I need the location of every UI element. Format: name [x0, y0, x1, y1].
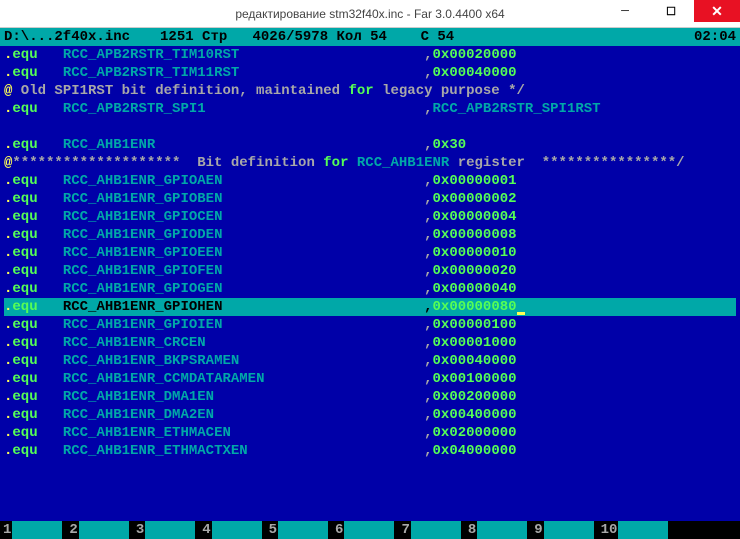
- fkey-label: [544, 521, 594, 539]
- editor-line: .equ RCC_AHB1ENR_DMA1EN ,0x00200000: [4, 388, 736, 406]
- fkey-number: 5: [268, 521, 278, 539]
- fkey-4[interactable]: 4: [201, 521, 261, 539]
- fkey-10[interactable]: 10: [600, 521, 669, 539]
- status-path: D:\...2f40x.inc: [4, 28, 130, 46]
- editor-status-bar: D:\...2f40x.inc 1251 Стр 4026/5978 Кол 5…: [0, 28, 740, 46]
- editor-line: .equ RCC_AHB1ENR ,0x30: [4, 136, 736, 154]
- editor-line: .equ RCC_AHB1ENR_ETHMACEN ,0x02000000: [4, 424, 736, 442]
- fkey-number: 3: [135, 521, 145, 539]
- editor-line: .equ RCC_AHB1ENR_GPIOEEN ,0x00000010: [4, 244, 736, 262]
- editor-line: .equ RCC_AHB1ENR_GPIOCEN ,0x00000004: [4, 208, 736, 226]
- editor-line: .equ RCC_APB2RSTR_TIM10RST ,0x00020000: [4, 46, 736, 64]
- editor-line: .equ RCC_AHB1ENR_GPIOHEN ,0x00000080: [4, 298, 736, 316]
- fkey-1[interactable]: 1: [2, 521, 62, 539]
- editor-line: .equ RCC_AHB1ENR_GPIODEN ,0x00000008: [4, 226, 736, 244]
- fkey-label: [477, 521, 527, 539]
- editor-line: .equ RCC_AHB1ENR_GPIOFEN ,0x00000020: [4, 262, 736, 280]
- fkey-number: 7: [400, 521, 410, 539]
- window-titlebar: редактирование stm32f40x.inc - Far 3.0.4…: [0, 0, 740, 28]
- editor-line: @******************** Bit definition for…: [4, 154, 736, 172]
- fkey-6[interactable]: 6: [334, 521, 394, 539]
- editor-line: [4, 118, 736, 136]
- editor-line: .equ RCC_APB2RSTR_TIM11RST ,0x00040000: [4, 64, 736, 82]
- fkey-label: [344, 521, 394, 539]
- fkey-label: [79, 521, 129, 539]
- editor-line: .equ RCC_AHB1ENR_BKPSRAMEN ,0x00040000: [4, 352, 736, 370]
- editor-line: .equ RCC_AHB1ENR_ETHMACTXEN ,0x04000000: [4, 442, 736, 460]
- fkey-label: [212, 521, 262, 539]
- minimize-button[interactable]: ─: [602, 0, 648, 22]
- fkey-number: 8: [467, 521, 477, 539]
- fkey-number: 10: [600, 521, 619, 539]
- fkey-label: [278, 521, 328, 539]
- fkey-label: [411, 521, 461, 539]
- fkey-number: 4: [201, 521, 211, 539]
- window-controls: ─ ☐ ✕: [602, 0, 740, 22]
- function-key-bar: 1 2 3 4 5 6 7 8 9 10: [0, 521, 740, 539]
- editor-line: .equ RCC_AHB1ENR_CRCEN ,0x00001000: [4, 334, 736, 352]
- fkey-number: 6: [334, 521, 344, 539]
- window-title: редактирование stm32f40x.inc - Far 3.0.4…: [235, 7, 504, 21]
- fkey-number: 2: [68, 521, 78, 539]
- fkey-2[interactable]: 2: [68, 521, 128, 539]
- fkey-3[interactable]: 3: [135, 521, 195, 539]
- fkey-9[interactable]: 9: [533, 521, 593, 539]
- editor-line: .equ RCC_APB2RSTR_SPI1 ,RCC_APB2RSTR_SPI…: [4, 100, 736, 118]
- status-time: 02:04: [694, 28, 736, 46]
- fkey-label: [12, 521, 62, 539]
- status-info: 1251 Стр 4026/5978 Кол 54 С 54: [130, 28, 694, 46]
- editor-line: @ Old SPI1RST bit definition, maintained…: [4, 82, 736, 100]
- fkey-7[interactable]: 7: [400, 521, 460, 539]
- maximize-button[interactable]: ☐: [648, 0, 694, 22]
- editor-line: .equ RCC_AHB1ENR_GPIOGEN ,0x00000040: [4, 280, 736, 298]
- editor-line: .equ RCC_AHB1ENR_DMA2EN ,0x00400000: [4, 406, 736, 424]
- editor-line: .equ RCC_AHB1ENR_GPIOAEN ,0x00000001: [4, 172, 736, 190]
- fkey-5[interactable]: 5: [268, 521, 328, 539]
- close-button[interactable]: ✕: [694, 0, 740, 22]
- editor-line: .equ RCC_AHB1ENR_GPIOIEN ,0x00000100: [4, 316, 736, 334]
- editor-line: .equ RCC_AHB1ENR_CCMDATARAMEN ,0x0010000…: [4, 370, 736, 388]
- editor-line: .equ RCC_AHB1ENR_GPIOBEN ,0x00000002: [4, 190, 736, 208]
- editor-area[interactable]: .equ RCC_APB2RSTR_TIM10RST ,0x00020000.e…: [0, 46, 740, 460]
- fkey-8[interactable]: 8: [467, 521, 527, 539]
- fkey-number: 1: [2, 521, 12, 539]
- fkey-label: [145, 521, 195, 539]
- text-cursor: [517, 312, 525, 315]
- fkey-label: [618, 521, 668, 539]
- fkey-number: 9: [533, 521, 543, 539]
